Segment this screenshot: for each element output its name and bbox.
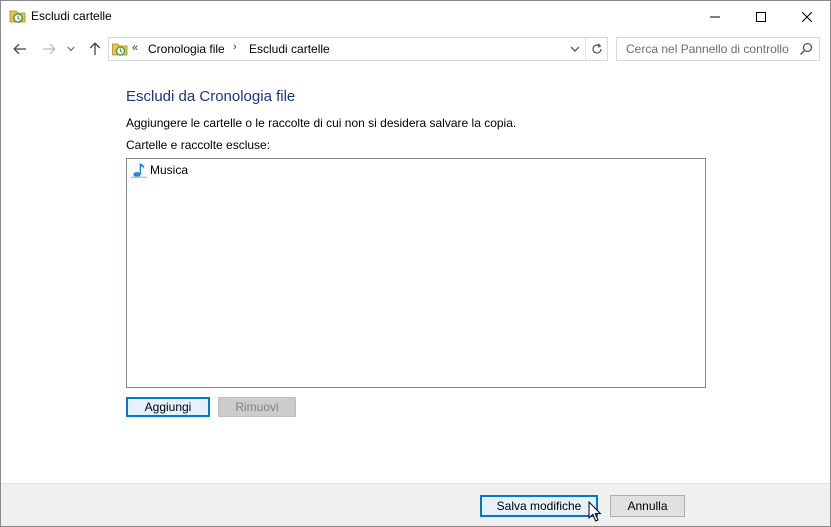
page-heading: Escludi da Cronologia file: [126, 88, 296, 105]
search-box[interactable]: Cerca nel Pannello di controllo: [616, 37, 820, 61]
cancel-button[interactable]: Annulla: [610, 495, 685, 517]
file-history-icon: [9, 8, 26, 24]
arrow-up-icon: [89, 42, 101, 55]
address-dropdown-button[interactable]: [566, 38, 584, 60]
mouse-cursor-icon: [588, 501, 602, 522]
dialog-window: Escludi cartelle « Cronologia file › Esc…: [0, 0, 831, 527]
file-history-icon: [112, 41, 128, 57]
search-icon[interactable]: [799, 42, 813, 56]
refresh-button[interactable]: [587, 38, 607, 60]
page-description: Aggiungere le cartelle o le raccolte di …: [126, 116, 517, 130]
close-button[interactable]: [784, 1, 830, 32]
excluded-folders-list[interactable]: Musica: [126, 158, 706, 388]
excluded-list-label: Cartelle e raccolte escluse:: [126, 138, 271, 152]
breadcrumb-escludi-cartelle[interactable]: Escludi cartelle: [249, 42, 330, 56]
list-item-label: Musica: [150, 163, 189, 177]
minimize-icon: [710, 16, 720, 17]
music-note-icon: [131, 162, 147, 178]
chevron-down-icon: [570, 46, 580, 52]
minimize-button[interactable]: [692, 1, 738, 32]
dialog-footer: Salva modifiche Annulla: [1, 483, 830, 526]
arrow-right-icon: [43, 43, 56, 55]
address-overflow[interactable]: «: [132, 42, 138, 54]
remove-button[interactable]: Rimuovi: [218, 397, 296, 417]
maximize-icon: [756, 11, 766, 22]
address-bar[interactable]: « Cronologia file › Escludi cartelle: [108, 37, 608, 61]
maximize-button[interactable]: [738, 1, 784, 32]
breadcrumb-separator[interactable]: ›: [233, 41, 237, 53]
add-button[interactable]: Aggiungi: [126, 397, 210, 417]
up-button[interactable]: [85, 39, 105, 59]
save-changes-button[interactable]: Salva modifiche: [480, 495, 598, 517]
arrow-left-icon: [13, 43, 26, 55]
chevron-down-icon: [67, 46, 75, 52]
back-button[interactable]: [10, 39, 30, 59]
close-icon: [802, 11, 812, 22]
search-input[interactable]: Cerca nel Pannello di controllo: [626, 42, 789, 56]
breadcrumb-cronologia-file[interactable]: Cronologia file: [148, 42, 225, 56]
navigation-bar: « Cronologia file › Escludi cartelle Cer…: [1, 32, 830, 66]
forward-button[interactable]: [39, 39, 59, 59]
address-divider: [585, 38, 586, 60]
refresh-icon: [592, 43, 602, 54]
window-title: Escludi cartelle: [31, 9, 112, 23]
recent-locations-button[interactable]: [64, 39, 78, 59]
list-item[interactable]: Musica: [131, 161, 188, 179]
title-bar[interactable]: Escludi cartelle: [1, 1, 830, 32]
